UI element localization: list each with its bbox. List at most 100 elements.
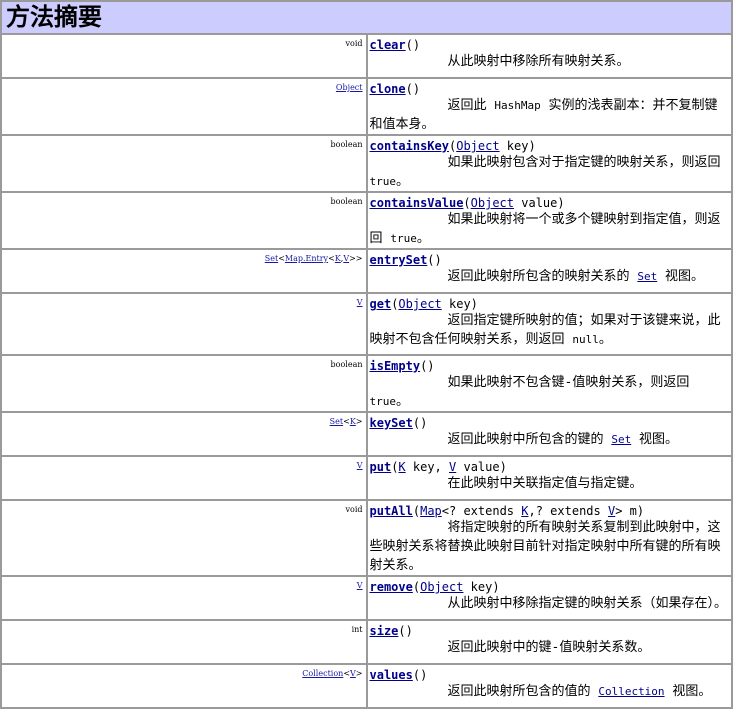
type-link[interactable]: Object [336, 83, 363, 92]
method-detail: isEmpty() 如果此映射不包含键-值映射关系，则返回 true。 [365, 354, 733, 413]
return-type: Set<Map.Entry<K,V>> [0, 248, 368, 294]
type-link[interactable]: V [357, 581, 363, 590]
text: ,? extends [528, 504, 608, 518]
method-link-size[interactable]: size [370, 624, 399, 638]
method-description: 在此映射中关联指定值与指定键。 [370, 474, 732, 493]
text: true [369, 395, 397, 408]
text: 视图。 [664, 684, 712, 699]
type-link[interactable]: Set [330, 417, 343, 426]
method-detail: clone() 返回此 HashMap 实例的浅表副本：并不复制键和值本身。 [365, 77, 733, 136]
text: () [427, 253, 442, 267]
text: 返回此 [447, 98, 495, 113]
type-link[interactable]: Object [471, 196, 514, 210]
method-description: 将指定映射的所有映射关系复制到此映射中，这些映射关系将替换此映射目前针对指定映射… [370, 518, 732, 575]
text: > [355, 669, 363, 678]
type-link[interactable]: Collection [598, 685, 664, 698]
method-row-entrySet: Set<Map.Entry<K,V>> entrySet() 返回此映射所包含的映射… [0, 248, 733, 294]
text: 从此映射中移除指定键的映射关系（如果存在）。 [447, 596, 728, 611]
return-type: int [0, 619, 368, 665]
method-link-remove[interactable]: remove [370, 580, 413, 594]
method-row-clear: void clear() 从此映射中移除所有映射关系。 [0, 33, 733, 79]
text: void [345, 505, 363, 514]
type-link[interactable]: Set [637, 270, 657, 283]
method-description: 返回此映射中所包含的键的 Set 视图。 [370, 430, 732, 449]
text: 返回此映射中的键-值映射关系数。 [447, 640, 651, 655]
type-link[interactable]: K [398, 460, 405, 474]
method-detail: containsKey(Object key) 如果此映射包含对于指定键的映射关系… [365, 134, 733, 193]
return-type: V [0, 575, 368, 621]
method-link-clear[interactable]: clear [370, 38, 406, 52]
text: 在此映射中关联指定值与指定键。 [447, 476, 643, 491]
method-row-containsValue: boolean containsValue(Object value) 如果此映射将… [0, 191, 733, 250]
table-title: 方法摘要 [0, 0, 733, 35]
text: key, [405, 460, 450, 474]
method-row-get: Vget(Object key) 返回指定键所映射的值；如果对于该键来说，此映射不… [0, 292, 733, 356]
method-row-size: int size() 返回此映射中的键-值映射关系数。 [0, 619, 733, 665]
return-type: V [0, 455, 368, 501]
method-row-put: Vput(K key, V value) 在此映射中关联指定值与指定键。 [0, 455, 733, 501]
method-row-remove: Vremove(Object key) 从此映射中移除指定键的映射关系（如果存在）… [0, 575, 733, 621]
text: int [351, 625, 363, 634]
method-detail: values() 返回此映射所包含的值的 Collection 视图。 [365, 663, 733, 709]
type-link[interactable]: Object [398, 297, 441, 311]
method-detail: get(Object key) 返回指定键所映射的值；如果对于该键来说，此映射不包… [365, 292, 733, 356]
text: > [355, 417, 363, 426]
text: < [343, 417, 350, 426]
text: < [278, 254, 285, 263]
type-link[interactable]: Set [611, 433, 631, 446]
method-description: 从此映射中移除指定键的映射关系（如果存在）。 [370, 594, 732, 613]
method-description: 如果此映射包含对于指定键的映射关系，则返回 true。 [370, 153, 732, 191]
method-row-values: Collection<V> values() 返回此映射所包含的值的 Collect… [0, 663, 733, 709]
text: () [398, 624, 413, 638]
type-link[interactable]: V [357, 298, 363, 307]
method-link-putAll[interactable]: putAll [370, 504, 413, 518]
type-link[interactable]: Collection [302, 669, 343, 678]
text: 视图。 [631, 432, 679, 447]
method-link-keySet[interactable]: keySet [370, 416, 413, 430]
method-link-containsKey[interactable]: containsKey [370, 139, 449, 153]
text: ( [412, 580, 421, 594]
method-link-values[interactable]: values [370, 668, 413, 682]
return-type: Set<K> [0, 411, 368, 457]
text: boolean [330, 360, 363, 369]
type-link[interactable]: Set [265, 254, 278, 263]
type-link[interactable]: V [357, 461, 363, 470]
method-detail: put(K key, V value) 在此映射中关联指定值与指定键。 [365, 455, 733, 501]
text: 。 [416, 231, 430, 246]
text: () [412, 416, 428, 430]
text: value) [456, 460, 507, 474]
text: 。 [396, 174, 410, 189]
text: 如果此映射不包含键-值映射关系，则返回 [447, 375, 690, 390]
method-detail: remove(Object key) 从此映射中移除指定键的映射关系（如果存在）。 [365, 575, 733, 621]
method-link-entrySet[interactable]: entrySet [370, 253, 428, 267]
method-link-clone[interactable]: clone [370, 82, 406, 96]
method-detail: size() 返回此映射中的键-值映射关系数。 [365, 619, 733, 665]
method-link-containsValue[interactable]: containsValue [370, 196, 464, 210]
text: null [572, 333, 599, 346]
type-link[interactable]: Map [420, 504, 442, 518]
text: HashMap [494, 99, 541, 112]
method-detail: putAll(Map<? extends K,? extends V> m) 将指… [365, 499, 733, 577]
method-detail: containsValue(Object value) 如果此映射将一个或多个键映… [365, 191, 733, 250]
type-link[interactable]: Object [456, 139, 499, 153]
method-description: 如果此映射将一个或多个键映射到指定值，则返回 true。 [370, 210, 732, 248]
text: 实例的浅表副本：并不复制键和值本身。 [369, 98, 718, 132]
method-description: 返回此映射所包含的值的 Collection 视图。 [370, 682, 732, 701]
text: boolean [330, 140, 363, 149]
type-link[interactable]: K [521, 504, 528, 518]
method-description: 返回指定键所映射的值；如果对于该键来说，此映射不包含任何映射关系，则返回 nul… [370, 311, 732, 349]
text: 。 [396, 394, 410, 409]
text: 从此映射中移除所有映射关系。 [447, 54, 630, 69]
method-link-put[interactable]: put [370, 460, 392, 474]
method-link-isEmpty[interactable]: isEmpty [370, 359, 421, 373]
method-link-get[interactable]: get [370, 297, 392, 311]
text: () [412, 668, 428, 682]
text: >> [349, 254, 363, 263]
text: 视图。 [657, 269, 705, 284]
type-link[interactable]: Object [420, 580, 463, 594]
text: key) [499, 139, 536, 153]
text: key) [463, 580, 500, 594]
text: ( [463, 196, 471, 210]
type-link[interactable]: Map.Entry [285, 254, 328, 263]
table-header-row: 方法摘要 [0, 0, 733, 35]
